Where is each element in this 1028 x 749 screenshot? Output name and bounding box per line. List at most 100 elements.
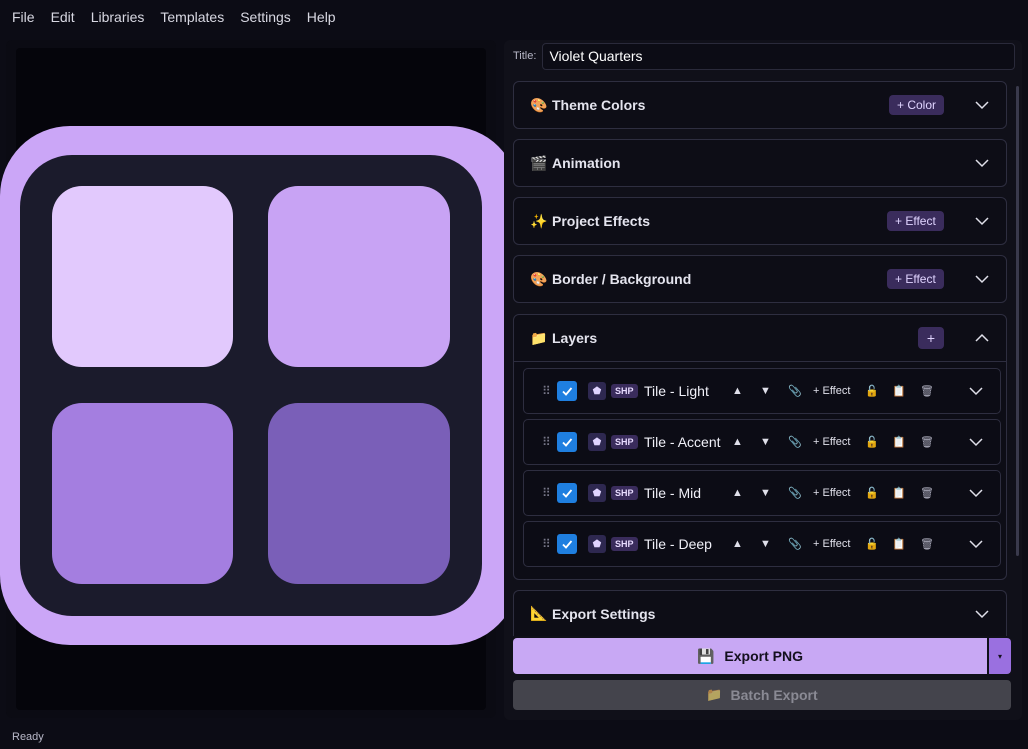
triangle-ruler-icon: 📐 [530,605,548,621]
export-png-button[interactable]: 💾 Export PNG [513,638,987,674]
chevron-up-icon[interactable] [974,330,990,346]
paperclip-icon[interactable]: 📎 [788,385,802,398]
clapper-icon: 🎬 [530,154,548,171]
move-up-icon[interactable]: ▲ [732,436,743,448]
lock-icon[interactable]: 🔓 [865,385,879,398]
chevron-down-icon[interactable] [968,485,984,501]
drag-handle-icon[interactable]: ⠿ [542,384,551,398]
duplicate-icon[interactable]: 📋 [892,436,906,449]
layer-visible-checkbox[interactable] [557,381,577,401]
batch-export-button[interactable]: 📁 Batch Export [513,680,1011,710]
trash-icon[interactable]: 🗑 [920,487,934,500]
tile-accent-shape[interactable] [268,186,450,367]
add-layer-effect-button[interactable]: + Effect [813,487,850,499]
chevron-down-icon[interactable] [974,97,990,113]
layer-name[interactable]: Tile - Deep [644,536,712,552]
duplicate-icon[interactable]: 📋 [892,487,906,500]
scrollbar[interactable] [1016,86,1019,556]
paperclip-icon[interactable]: 📎 [788,538,802,551]
folder-icon: 📁 [706,687,723,702]
layer-type-badge: SHP [611,486,638,500]
section-border-background[interactable]: 🎨 Border / Background + Effect [513,255,1007,303]
lock-icon[interactable]: 🔓 [865,538,879,551]
section-label: Border / Background [552,271,692,287]
layer-row[interactable]: ⠿ ⬟ SHP Tile - Accent ▲ ▼ 📎 + Effect 🔓 📋… [523,419,1001,465]
layer-row[interactable]: ⠿ ⬟ SHP Tile - Deep ▲ ▼ 📎 + Effect 🔓 📋 🗑 [523,521,1001,567]
drag-handle-icon[interactable]: ⠿ [542,486,551,500]
menu-edit[interactable]: Edit [51,9,75,25]
add-project-effect-button[interactable]: + Effect [887,211,944,231]
section-label: Animation [552,155,621,171]
layer-name[interactable]: Tile - Light [644,383,709,399]
export-dropdown-button[interactable]: ▾ [989,638,1011,674]
move-down-icon[interactable]: ▼ [760,487,771,499]
properties-panel: Title: 🎨 Theme Colors + Color 🎬 Animatio… [504,40,1022,720]
paperclip-icon[interactable]: 📎 [788,487,802,500]
menu-settings[interactable]: Settings [240,9,291,25]
shape-icon: ⬟ [588,535,606,553]
chevron-down-icon[interactable] [974,606,990,622]
move-up-icon[interactable]: ▲ [732,538,743,550]
drag-handle-icon[interactable]: ⠿ [542,537,551,551]
chevron-down-icon[interactable] [974,271,990,287]
layer-name[interactable]: Tile - Mid [644,485,701,501]
title-input[interactable] [542,42,1015,70]
add-color-button[interactable]: + Color [889,95,945,115]
chevron-down-icon[interactable] [968,536,984,552]
menu-libraries[interactable]: Libraries [91,9,145,25]
duplicate-icon[interactable]: 📋 [892,385,906,398]
chevron-down-icon[interactable] [968,383,984,399]
add-layer-effect-button[interactable]: + Effect [813,538,850,550]
section-theme-colors[interactable]: 🎨 Theme Colors + Color [513,81,1007,129]
icon-preview[interactable] [0,126,519,645]
chevron-down-icon[interactable] [974,213,990,229]
section-label: Export Settings [552,605,656,622]
title-row: Title: [513,42,1015,70]
trash-icon[interactable]: 🗑 [920,436,934,449]
section-label: Theme Colors [552,97,646,113]
chevron-down-icon[interactable] [974,155,990,171]
folder-icon: 📁 [530,329,548,346]
move-up-icon[interactable]: ▲ [732,487,743,499]
layer-visible-checkbox[interactable] [557,432,577,452]
drag-handle-icon[interactable]: ⠿ [542,435,551,449]
menu-file[interactable]: File [12,9,35,25]
menu-templates[interactable]: Templates [160,9,224,25]
layer-visible-checkbox[interactable] [557,534,577,554]
tile-mid-shape[interactable] [52,403,233,584]
move-up-icon[interactable]: ▲ [732,385,743,397]
trash-icon[interactable]: 🗑 [920,538,934,551]
layer-row[interactable]: ⠿ ⬟ SHP Tile - Light ▲ ▼ 📎 + Effect 🔓 📋 … [523,368,1001,414]
add-layer-button[interactable]: + [918,327,944,349]
move-down-icon[interactable]: ▼ [760,436,771,448]
add-layer-effect-button[interactable]: + Effect [813,385,850,397]
section-export-settings[interactable]: 📐 Export Settings [513,590,1007,636]
section-layers: 📁 Layers + ⠿ ⬟ SHP Tile - Light ▲ ▼ 📎 + … [513,314,1007,580]
menu-bar: File Edit Libraries Templates Settings H… [0,0,1028,34]
duplicate-icon[interactable]: 📋 [892,538,906,551]
move-down-icon[interactable]: ▼ [760,385,771,397]
divider [514,361,1006,362]
section-project-effects[interactable]: ✨ Project Effects + Effect [513,197,1007,245]
layer-row[interactable]: ⠿ ⬟ SHP Tile - Mid ▲ ▼ 📎 + Effect 🔓 📋 🗑 [523,470,1001,516]
layer-type-badge: SHP [611,384,638,398]
add-border-effect-button[interactable]: + Effect [887,269,944,289]
shape-icon: ⬟ [588,484,606,502]
tile-deep-shape[interactable] [268,403,450,584]
paperclip-icon[interactable]: 📎 [788,436,802,449]
sparkles-icon: ✨ [530,212,548,229]
lock-icon[interactable]: 🔓 [865,436,879,449]
add-layer-effect-button[interactable]: + Effect [813,436,850,448]
menu-help[interactable]: Help [307,9,336,25]
layer-name[interactable]: Tile - Accent [644,434,721,450]
tile-light-shape[interactable] [52,186,233,367]
layer-visible-checkbox[interactable] [557,483,577,503]
title-label: Title: [513,50,537,62]
canvas[interactable] [0,48,519,710]
floppy-disk-icon: 💾 [696,647,715,664]
trash-icon[interactable]: 🗑 [920,385,934,398]
move-down-icon[interactable]: ▼ [760,538,771,550]
lock-icon[interactable]: 🔓 [865,487,879,500]
section-animation[interactable]: 🎬 Animation [513,139,1007,187]
chevron-down-icon[interactable] [968,434,984,450]
